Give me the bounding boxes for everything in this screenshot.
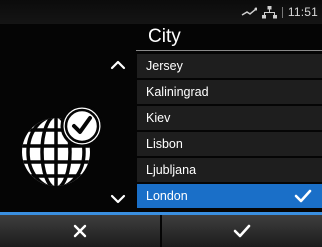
- list-item-label: Kaliningrad: [146, 85, 209, 99]
- action-bar: [0, 215, 322, 247]
- confirm-button[interactable]: [162, 215, 322, 247]
- list-item-label: Jersey: [146, 59, 183, 73]
- list-item-label: London: [146, 189, 188, 203]
- page-title: City: [148, 26, 181, 47]
- list-item[interactable]: Ljubljana: [137, 158, 322, 184]
- status-separator: [281, 6, 283, 18]
- status-bar: 11:51: [0, 0, 322, 24]
- list-item-label: Ljubljana: [146, 163, 197, 177]
- city-list: Jersey Kaliningrad Kiev Lisbon Ljubljana…: [137, 54, 322, 210]
- scroll-down-icon[interactable]: [108, 192, 128, 206]
- list-item-selected[interactable]: London: [137, 184, 322, 210]
- lan-icon: [261, 5, 277, 18]
- network-icon: [241, 7, 257, 16]
- list-item-label: Lisbon: [146, 137, 183, 151]
- list-item-label: Kiev: [146, 111, 171, 125]
- globe-clock-icon: [22, 104, 104, 186]
- list-item[interactable]: Lisbon: [137, 132, 322, 158]
- scroll-up-icon[interactable]: [108, 58, 128, 72]
- status-icons: 11:51: [241, 4, 318, 20]
- cancel-button[interactable]: [0, 215, 160, 247]
- title-divider: [136, 50, 322, 51]
- close-icon: [73, 224, 87, 238]
- list-item[interactable]: Kiev: [137, 106, 322, 132]
- list-item[interactable]: Jersey: [137, 54, 322, 80]
- list-item[interactable]: Kaliningrad: [137, 80, 322, 106]
- selected-check-icon: [294, 189, 312, 203]
- check-icon: [233, 224, 251, 238]
- status-time: 11:51: [287, 5, 318, 19]
